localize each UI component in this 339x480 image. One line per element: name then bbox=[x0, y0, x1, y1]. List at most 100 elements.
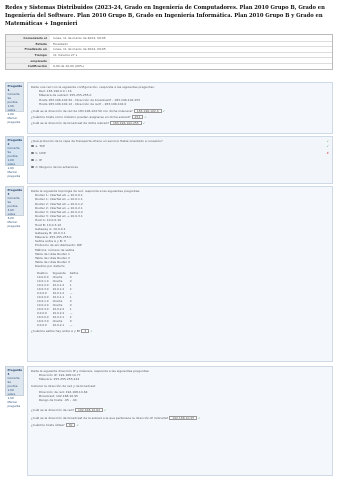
answer-row: ¿Cuál es la dirección de broadcast de di… bbox=[31, 121, 329, 126]
attempt-summary: Comenzado el lunes, 11 de marzo de 2024, … bbox=[5, 34, 333, 70]
table-cell: 0.0.0.0 bbox=[37, 322, 47, 327]
question-line: Máscara: 255.255.255.224 bbox=[39, 377, 80, 382]
answer-row: ¿Cuántos saltos hay entre A y B? 3 ✓ bbox=[31, 328, 329, 333]
table-cell: 10.0.3.0 bbox=[37, 318, 49, 323]
answer-field[interactable]: 192.168.10.64 bbox=[74, 408, 103, 413]
question-number: Pregunta 3 bbox=[7, 188, 23, 196]
flag-question-link[interactable]: Marcar pregunta bbox=[8, 170, 22, 178]
correct-icon: ✓ bbox=[103, 408, 107, 413]
question-info: Pregunta 1 Correcta Se puntúa 1,00 sobre… bbox=[5, 82, 24, 124]
answer-prompt: ¿Cuál es la dirección de red? bbox=[31, 408, 74, 413]
option-label: d. Ninguno de los anteriores bbox=[35, 165, 78, 170]
answer-field[interactable]: 3 bbox=[81, 328, 90, 333]
table-cell: 10.0.2.1 bbox=[52, 322, 65, 327]
radio-button[interactable] bbox=[31, 151, 34, 155]
correct-icon: ✓ bbox=[144, 115, 147, 120]
question-3: Pregunta 3 Correcta Se puntúa 3,00 sobre… bbox=[5, 186, 333, 362]
question-number: Pregunta 2 bbox=[7, 138, 23, 146]
summary-row: Calificación 9,00 de 10,00 (90%) bbox=[6, 62, 332, 69]
question-number: Pregunta 4 bbox=[7, 368, 23, 376]
question-number: Pregunta 1 bbox=[7, 84, 23, 92]
question-content: ¿Qué protocolo de la capa de transporte … bbox=[27, 136, 333, 184]
option-row[interactable]: a. TCP ✓ bbox=[31, 143, 329, 150]
flag-question-link[interactable]: Marcar pregunta bbox=[8, 220, 22, 228]
option-row[interactable]: c. IP bbox=[31, 157, 329, 164]
option-label: b. UDP bbox=[35, 151, 46, 156]
answer-row: ¿Cuántos hosts como máximo pueden asigna… bbox=[31, 115, 329, 120]
summary-key: Comenzado el bbox=[6, 35, 50, 41]
correct-icon: ✓ bbox=[162, 108, 166, 113]
radio-button[interactable] bbox=[31, 165, 34, 169]
answer-prompt: ¿Cuántos saltos hay entre A y B? bbox=[31, 328, 81, 333]
option-label: c. IP bbox=[35, 158, 42, 163]
correct-icon: ✓ bbox=[142, 121, 146, 126]
radio-button[interactable] bbox=[31, 158, 34, 162]
table-cell: 10.0.1.0 bbox=[37, 278, 49, 283]
correct-icon: ✓ bbox=[90, 328, 93, 333]
summary-key: Estado bbox=[6, 41, 50, 47]
answer-prompt: ¿Cuántos hosts útiles? bbox=[31, 422, 65, 427]
summary-key: Tiempo bbox=[6, 52, 50, 58]
table-cell: 10.0.3.0 bbox=[37, 286, 49, 291]
page-title: Redes y Sistemas Distribuidos (2023-24, … bbox=[5, 5, 325, 27]
summary-value: 11 minutos 27 s bbox=[53, 53, 78, 58]
question-info: Pregunta 2 Correcta Se puntúa 1,00 sobre… bbox=[5, 136, 24, 178]
question-score: Se puntúa 3,00 sobre 3,00 bbox=[7, 200, 18, 220]
radio-button[interactable] bbox=[31, 144, 34, 148]
answer-row: ¿Cuántos hosts útiles? 30 ✓ bbox=[31, 422, 329, 427]
correct-icon: ✓ bbox=[326, 144, 329, 149]
answer-field[interactable]: 30 bbox=[65, 422, 76, 427]
question-content: Dada la siguiente topología de red, resp… bbox=[27, 186, 333, 362]
question-2: Pregunta 2 Correcta Se puntúa 1,00 sobre… bbox=[5, 136, 333, 184]
question-line: Hosts 183.196.102.12 - Dirección de red?… bbox=[39, 101, 127, 106]
question-score: Se puntúa 1,00 sobre 1,00 bbox=[7, 380, 18, 400]
question-line: Destino por defecto bbox=[35, 264, 65, 269]
question-content: Dada la siguiente dirección IP y máscara… bbox=[27, 366, 333, 476]
summary-value: Finalizado bbox=[53, 41, 68, 46]
question-4: Pregunta 4 Correcta Se puntúa 1,00 sobre… bbox=[5, 366, 333, 476]
option-row[interactable]: d. Ninguno de los anteriores bbox=[31, 164, 329, 171]
answer-row: ¿Cuál es la dirección de red de 183.196.… bbox=[31, 108, 329, 113]
table-row: 0.0.0.0 10.0.2.1 — bbox=[35, 323, 80, 327]
table-cell: 10.0.0.0 bbox=[37, 294, 49, 299]
table-cell: 10.0.1.0 bbox=[37, 298, 49, 303]
answer-row: ¿Cuál es la dirección de red? 192.168.10… bbox=[31, 408, 329, 413]
answer-field[interactable]: 254 bbox=[131, 115, 144, 120]
flag-question-link[interactable]: Marcar pregunta bbox=[8, 116, 22, 124]
question-score: Se puntúa 1,00 sobre 1,00 bbox=[7, 150, 18, 170]
question-line: Calcular la dirección de red y de broadc… bbox=[31, 383, 96, 388]
option-row[interactable]: b. UDP ✗ bbox=[31, 150, 329, 157]
correct-icon: ✓ bbox=[198, 415, 201, 420]
table-header-row: Destino Siguiente Saltos bbox=[35, 271, 80, 275]
table-cell: — bbox=[69, 322, 73, 327]
question-score: Se puntúa 1,00 sobre 1,00 bbox=[7, 96, 18, 116]
question-line: Rango de hosts: .65 - .94 bbox=[39, 398, 77, 403]
table-cell: 10.0.0.0 bbox=[37, 314, 49, 319]
answer-prompt: ¿Cuál es la dirección de broadcast de la… bbox=[31, 415, 169, 420]
routing-table: Destino Siguiente Saltos 10.0.0.0 directa… bbox=[35, 271, 80, 327]
question-info: Pregunta 3 Correcta Se puntúa 3,00 sobre… bbox=[5, 186, 24, 228]
table-cell: 10.0.0.0 bbox=[37, 274, 49, 279]
summary-value: lunes, 11 de marzo de 2024, 09:05 bbox=[53, 35, 106, 40]
answer-prompt: ¿Cuál es la dirección de red de 183.196.… bbox=[31, 108, 133, 113]
correct-icon: ✓ bbox=[76, 422, 79, 427]
flag-question-link[interactable]: Marcar pregunta bbox=[8, 400, 22, 408]
table-cell: 10.0.3.0 bbox=[37, 306, 49, 311]
table-cell: 10.0.2.0 bbox=[37, 302, 49, 307]
answer-field[interactable]: 192.168.10.95 bbox=[169, 415, 198, 420]
answer-field[interactable]: 183.196.102.255 bbox=[109, 121, 142, 126]
table-cell: 10.0.2.0 bbox=[37, 282, 49, 287]
answer-prompt: ¿Cuál es la dirección de broadcast de di… bbox=[31, 121, 109, 126]
summary-key: Calificación bbox=[6, 63, 50, 69]
answer-row: ¿Cuál es la dirección de broadcast de la… bbox=[31, 415, 329, 420]
question-lines: Router 1: interfaz e0 → 10.0.0.1 Router 1… bbox=[31, 193, 329, 268]
summary-value: lunes, 11 de marzo de 2024, 09:05 bbox=[53, 47, 106, 52]
summary-key: empleado bbox=[6, 58, 50, 63]
option-label: a. TCP bbox=[35, 144, 45, 149]
incorrect-icon: ✗ bbox=[326, 151, 329, 156]
question-info: Pregunta 4 Correcta Se puntúa 1,00 sobre… bbox=[5, 366, 24, 408]
question-1: Pregunta 1 Correcta Se puntúa 1,00 sobre… bbox=[5, 82, 333, 134]
answer-field[interactable]: 183.196.102.0 bbox=[133, 108, 162, 113]
question-text: ¿Qué protocolo de la capa de transporte … bbox=[31, 139, 163, 143]
summary-value: 9,00 de 10,00 (90%) bbox=[53, 64, 84, 69]
